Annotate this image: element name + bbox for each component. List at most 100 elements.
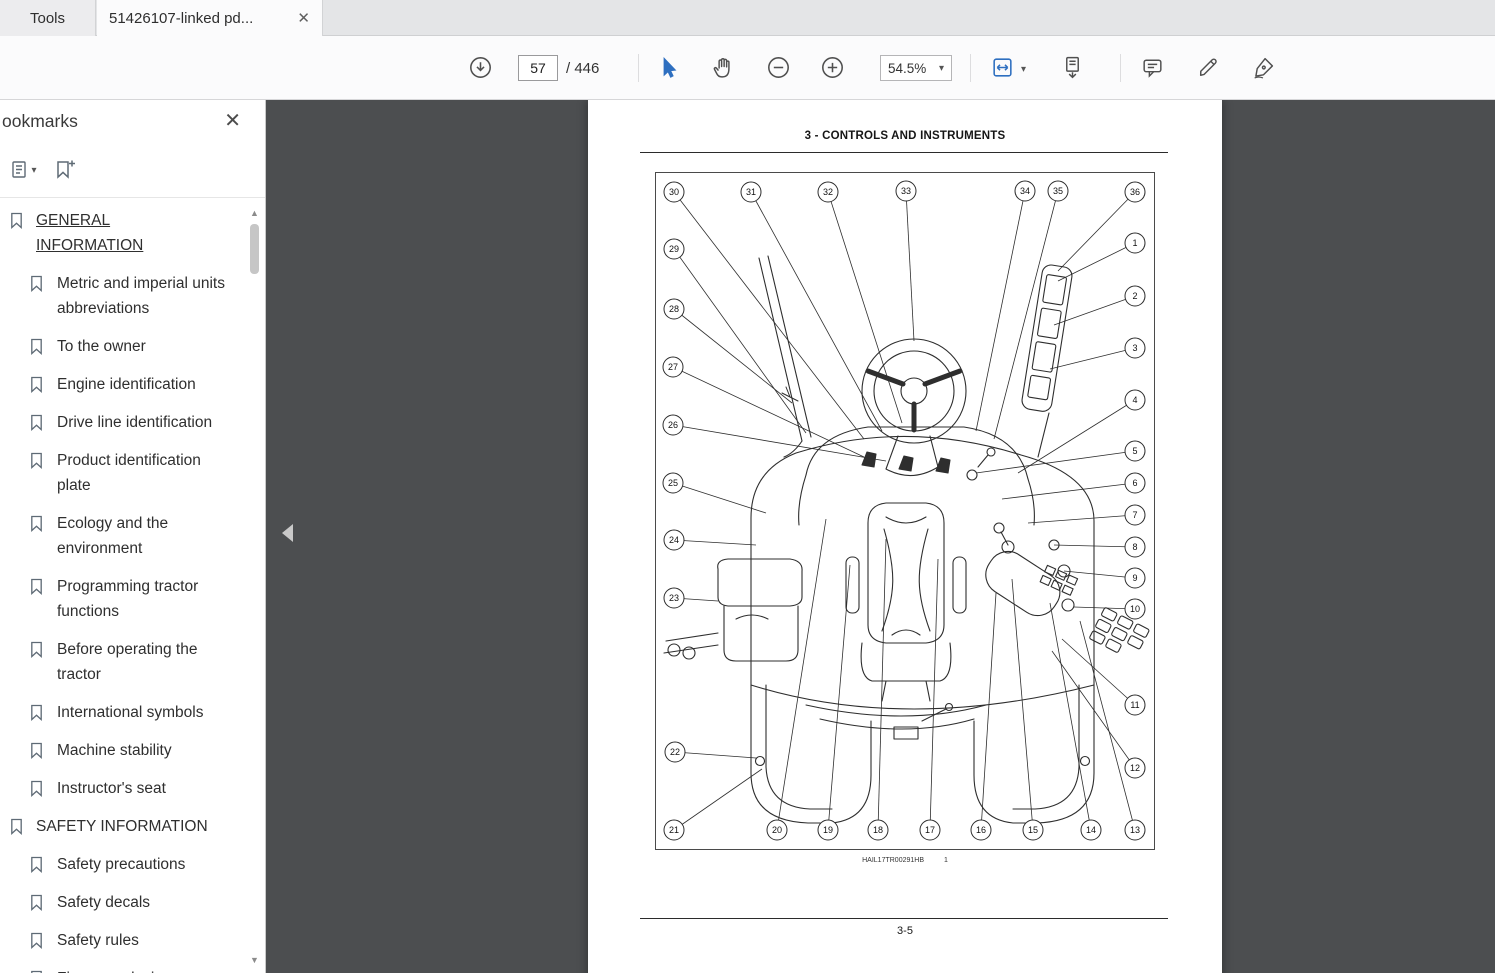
header-rule — [640, 152, 1168, 154]
bookmark-item[interactable]: Instructor's seat — [0, 770, 245, 808]
toolbar-divider — [970, 54, 971, 82]
scroll-up-button[interactable]: ▲ — [247, 208, 262, 218]
bookmark-item[interactable]: Programming tractor functions — [0, 568, 245, 631]
callout-leader-line — [674, 751, 757, 759]
bookmark-item[interactable]: Drive line identification — [0, 404, 245, 442]
bookmark-icon — [31, 894, 42, 911]
bookmark-label: SAFETY INFORMATION — [36, 818, 208, 835]
bookmark-item[interactable]: Fire or explosion prevention — [0, 960, 245, 973]
callout-leader-line — [905, 190, 915, 342]
callout-leader-line — [673, 248, 807, 434]
callout-leader-line — [1011, 578, 1034, 831]
callout-number: 22 — [670, 747, 680, 757]
download-icon — [469, 57, 491, 78]
zoom-in-button[interactable] — [816, 52, 848, 84]
callout-number: 21 — [669, 825, 679, 835]
caret-down-icon[interactable]: ▾ — [1021, 64, 1026, 75]
bookmark-item[interactable]: International symbols — [0, 694, 245, 732]
callout-leader-line — [673, 191, 865, 440]
callout-leader-line — [1061, 638, 1136, 706]
bookmark-icon — [31, 780, 42, 797]
callout-number: 17 — [925, 825, 935, 835]
comment-button[interactable] — [1136, 52, 1168, 84]
sign-button[interactable] — [1247, 52, 1279, 84]
bookmarks-toolbar: ▾ — [0, 144, 265, 198]
document-view[interactable]: 3 - CONTROLS AND INSTRUMENTS 1 2 3 4 5 6… — [267, 100, 1495, 973]
callout-number: 7 — [1132, 510, 1137, 520]
tab-tools[interactable]: Tools — [0, 0, 96, 36]
bookmarks-panel: ookmarks ✕ ▾ GENERAL INFORMATION Metric a… — [0, 100, 266, 973]
bookmark-item[interactable]: Metric and imperial units abbreviations — [0, 265, 245, 328]
select-tool-icon — [663, 56, 677, 78]
bookmark-options-button[interactable]: ▾ — [6, 155, 40, 185]
bookmark-item[interactable]: To the owner — [0, 328, 245, 366]
bookmark-icon — [31, 452, 42, 469]
callout-number: 35 — [1053, 186, 1063, 196]
bookmark-icon — [31, 641, 42, 658]
callout-leader-line — [993, 190, 1059, 440]
figure-callouts: 1234567891011121314151617181920212223242… — [662, 180, 1146, 841]
page-number-footer: 3-5 — [897, 925, 913, 937]
bookmark-icon — [31, 515, 42, 532]
download-button[interactable] — [464, 52, 496, 84]
collapse-panel-icon[interactable] — [273, 524, 293, 542]
callout-leader-line — [827, 564, 851, 831]
bookmark-item[interactable]: Product identification plate — [0, 442, 245, 505]
zoom-out-icon — [767, 57, 789, 78]
callout-number: 5 — [1132, 446, 1137, 456]
callout-number: 30 — [669, 187, 679, 197]
fit-width-icon — [992, 58, 1012, 77]
zoom-level-select[interactable]: 54.5% ▾ — [880, 55, 952, 81]
callout-number: 25 — [668, 478, 678, 488]
page-scroll-icon — [1065, 56, 1079, 79]
bookmark-label: Machine stability — [57, 742, 172, 759]
zoom-out-button[interactable] — [762, 52, 794, 84]
callout-number: 23 — [669, 593, 679, 603]
bookmark-item[interactable]: Ecology and the environment — [0, 505, 245, 568]
bookmark-item[interactable]: Machine stability — [0, 732, 245, 770]
draw-button[interactable] — [1192, 52, 1224, 84]
tab-tools-label: Tools — [29, 9, 66, 27]
close-icon[interactable]: ✕ — [224, 108, 241, 133]
callout-leader-line — [1057, 191, 1136, 272]
bookmark-label: To the owner — [57, 338, 146, 355]
toolbar: / 446 54.5% ▾ ▾ — [0, 36, 1495, 100]
page-number-input[interactable] — [518, 55, 558, 81]
bookmark-label: Safety decals — [57, 894, 151, 911]
callout-leader-line — [1017, 399, 1136, 474]
bookmark-item[interactable]: Before operating the tractor — [0, 631, 245, 694]
figure-frame: 1 2 3 4 5 6 7 8 9 10 11 12 13 14 15 16 17 18 19 20 21 22 23 24 2… — [655, 172, 1155, 850]
callout-number: 33 — [901, 186, 911, 196]
sign-icon — [1253, 57, 1273, 79]
bookmark-item[interactable]: Safety decals — [0, 884, 245, 922]
close-icon[interactable]: ✕ — [297, 9, 310, 27]
callout-number: 4 — [1132, 395, 1137, 405]
bookmark-item[interactable]: Safety precautions — [0, 846, 245, 884]
toolbar-divider — [638, 54, 639, 82]
callout-leader-line — [929, 558, 939, 831]
add-bookmark-button[interactable] — [48, 155, 82, 185]
zoom-in-icon — [821, 57, 843, 78]
callout-number: 15 — [1028, 825, 1038, 835]
callout-number: 8 — [1132, 542, 1137, 552]
select-tool-button[interactable] — [652, 52, 684, 84]
scroll-down-button[interactable]: ▼ — [247, 955, 262, 965]
fit-width-button[interactable] — [986, 52, 1018, 84]
bookmark-item[interactable]: GENERAL INFORMATION — [0, 202, 245, 265]
scrollbar-thumb[interactable] — [250, 224, 259, 274]
bookmark-item[interactable]: Safety rules — [0, 922, 245, 960]
bookmark-icon — [31, 932, 42, 949]
toolbar-divider — [1120, 54, 1121, 82]
caret-down-icon: ▾ — [31, 164, 37, 176]
hand-tool-button[interactable] — [707, 52, 739, 84]
page-scroll-button[interactable] — [1056, 52, 1088, 84]
bookmark-label: Product identification plate — [57, 452, 201, 494]
bookmark-icon — [31, 376, 42, 393]
bookmark-options-icon — [12, 161, 27, 178]
tab-document[interactable]: 51426107-linked pd... ✕ — [97, 0, 323, 36]
bookmark-icon — [11, 818, 22, 835]
callout-leader-line — [750, 191, 883, 432]
bookmark-item[interactable]: Engine identification — [0, 366, 245, 404]
bookmark-label: International symbols — [57, 704, 204, 721]
bookmark-item[interactable]: SAFETY INFORMATION — [0, 808, 245, 846]
